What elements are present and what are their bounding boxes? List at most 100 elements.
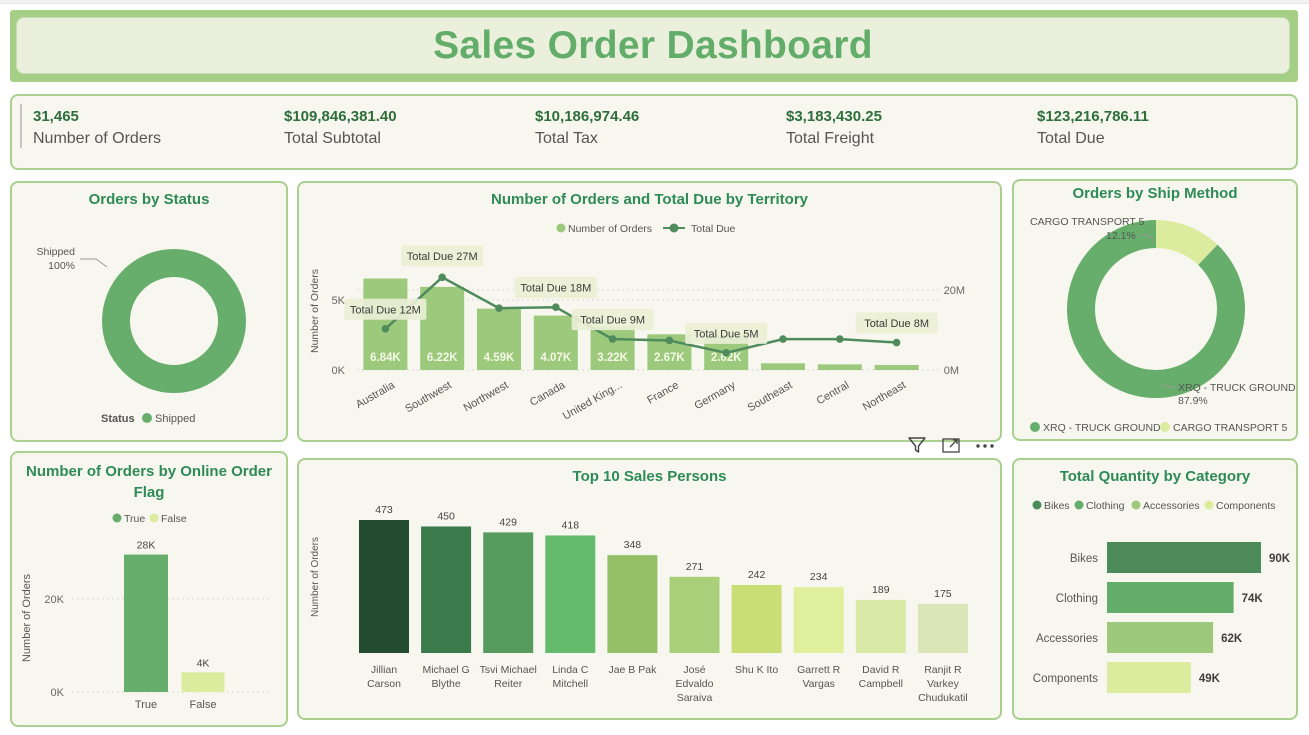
legend-label-false[interactable]: False — [161, 513, 187, 525]
quantity-by-category-panel[interactable]: Total Quantity by Category Bikes Clothin… — [1012, 458, 1298, 720]
bar-shu-k-ito[interactable] — [731, 584, 782, 653]
x-tick-line: Reiter — [494, 678, 523, 690]
total-due-point-southeast[interactable] — [779, 335, 787, 343]
bar-tsvi-michael-reiter[interactable] — [483, 532, 534, 653]
territory-combo-panel[interactable]: Number of Orders and Total Due by Territ… — [297, 181, 1002, 442]
x-tick-line: Mitchell — [553, 678, 589, 690]
ship-method-donut-chart[interactable]: CARGO TRANSPORT 5 12.1% XRQ - TRUCK GROU… — [1014, 181, 1296, 439]
total-due-point-germany[interactable] — [722, 349, 730, 357]
bar-jos-edvaldo-saraiva[interactable] — [669, 576, 720, 653]
bar-northeast[interactable] — [874, 364, 919, 370]
x-tick-line: Jae B Pak — [608, 664, 657, 676]
legend-label-clothing[interactable]: Clothing — [1086, 500, 1125, 512]
total-due-point-canada[interactable] — [552, 303, 560, 311]
legend-marker-clothing — [1074, 500, 1084, 510]
bar-true[interactable] — [124, 554, 168, 692]
bar-david-r-campbell[interactable] — [855, 599, 906, 653]
bar-label-components: 49K — [1199, 673, 1221, 685]
bar-southeast[interactable] — [761, 363, 805, 370]
orders-by-status-panel[interactable]: Orders by Status Shipped 100% Status Shi… — [10, 181, 288, 442]
bar-accessories[interactable] — [1107, 622, 1214, 653]
legend-label-shipped[interactable]: Shipped — [155, 413, 195, 425]
status-donut-chart[interactable]: Shipped 100% Status Shipped — [12, 183, 286, 440]
bar-label-garrett-r-vargas: 234 — [810, 571, 828, 583]
focus-mode-icon[interactable] — [938, 433, 964, 457]
bar-false[interactable] — [181, 672, 225, 692]
bar-central[interactable] — [817, 364, 862, 370]
x-tick-germany: Germany — [693, 379, 739, 412]
orders-by-ship-method-panel[interactable]: Orders by Ship Method CARGO TRANSPORT 5 … — [1012, 179, 1298, 441]
legend-marker-true — [112, 513, 122, 523]
slice-label-xrq: XRQ - TRUCK GROUND — [1178, 382, 1296, 394]
kpi-total-freight[interactable]: $3,183,430.25 Total Freight — [786, 108, 882, 148]
territory-combo-chart[interactable]: Number of Orders Total Due Number of Ord… — [299, 183, 1000, 440]
kpi-total-tax[interactable]: $10,186,974.46 Total Tax — [535, 108, 639, 148]
bar-jillian-carson[interactable] — [359, 520, 409, 653]
legend-label-true[interactable]: True — [124, 513, 145, 525]
total-due-point-northeast[interactable] — [892, 338, 901, 347]
y-tick-0k: 0K — [332, 365, 346, 377]
x-tick-david-r-campbell: David R Campbell — [859, 664, 903, 690]
bar-label-bikes: 90K — [1269, 553, 1291, 565]
online-order-flag-panel[interactable]: Number of Orders by Online Order Flag Tr… — [10, 451, 288, 727]
legend-marker-orders — [556, 223, 566, 233]
total-due-point-southwest[interactable] — [438, 273, 446, 282]
x-tick-line: Vargas — [802, 678, 835, 690]
bar-clothing[interactable] — [1107, 582, 1234, 613]
total-due-point-central[interactable] — [836, 335, 844, 343]
x-tick-line: Ranjit R — [924, 664, 962, 676]
total-due-point-united-king[interactable] — [608, 335, 617, 343]
online-flag-bar-chart[interactable]: True False Number of Orders 20K 0K 28K Tr… — [12, 453, 286, 725]
bar-label-jae-b-pak: 348 — [624, 539, 642, 551]
bar-label-false: 4K — [197, 657, 210, 669]
x-tick-line: Saraiva — [677, 692, 713, 704]
kpi-total-due[interactable]: $123,216,786.11 Total Due — [1037, 108, 1149, 148]
x-tick-central: Central — [815, 379, 852, 407]
bar-label-northwest: 4.59K — [484, 352, 515, 364]
bar-components[interactable] — [1107, 662, 1191, 693]
app-top-strip — [0, 0, 1309, 4]
donut-slice-shipped[interactable] — [102, 249, 246, 393]
legend-label-total-due[interactable]: Total Due — [691, 223, 736, 235]
kpi-value: $3,183,430.25 — [786, 108, 882, 125]
total-due-point-northwest[interactable] — [495, 304, 503, 313]
more-options-icon[interactable] — [972, 433, 998, 457]
sales-persons-bar-chart[interactable]: Number of Orders 473 Jillian Carson 450 Mich… — [299, 460, 1000, 718]
bar-michael-g-blythe[interactable] — [421, 526, 472, 653]
category-bar-chart[interactable]: Bikes Clothing Accessories Components Bi… — [1014, 460, 1296, 718]
x-tick-line: José — [683, 664, 705, 676]
x-tick-line: Shu K Ito — [735, 664, 778, 676]
total-due-point-france[interactable] — [665, 336, 674, 345]
x-tick-line: Varkey — [927, 678, 960, 690]
total-due-label-germany: Total Due 5M — [694, 328, 759, 340]
slice-leader-line — [80, 258, 108, 268]
top-sales-persons-panel[interactable]: Top 10 Sales Persons Number of Orders 47… — [297, 458, 1002, 720]
kpi-number-of-orders[interactable]: 31,465 Number of Orders — [33, 108, 161, 148]
bar-linda-c-mitchell[interactable] — [545, 535, 596, 653]
legend-label-xrq[interactable]: XRQ - TRUCK GROUND — [1043, 422, 1161, 434]
legend-label-cargo[interactable]: CARGO TRANSPORT 5 — [1173, 422, 1288, 434]
bar-bikes[interactable] — [1107, 542, 1261, 573]
total-due-point-australia[interactable] — [381, 325, 390, 333]
kpi-label: Number of Orders — [33, 130, 162, 147]
bar-jae-b-pak[interactable] — [607, 555, 658, 653]
x-tick-linda-c-mitchell: Linda C Mitchell — [552, 664, 589, 690]
legend-label-components[interactable]: Components — [1216, 500, 1276, 512]
legend-label-bikes[interactable]: Bikes — [1044, 500, 1070, 512]
legend-label-orders[interactable]: Number of Orders — [568, 223, 652, 235]
y-tick-bikes: Bikes — [1070, 553, 1098, 565]
legend-label-accessories[interactable]: Accessories — [1143, 500, 1200, 512]
x-tick-southwest: Southwest — [403, 379, 453, 415]
filter-icon[interactable] — [904, 433, 930, 457]
legend-marker-cargo — [1160, 422, 1170, 432]
bar-garrett-r-vargas[interactable] — [793, 587, 844, 653]
x-tick-line: Jillian — [371, 664, 397, 676]
kpi-card-strip: 31,465 Number of Orders $109,846,381.40 … — [10, 94, 1298, 170]
slice-label-shipped: Shipped — [36, 246, 75, 258]
bar-label-shu-k-ito: 242 — [748, 569, 766, 581]
kpi-total-subtotal[interactable]: $109,846,381.40 Total Subtotal — [284, 108, 397, 148]
bar-label-david-r-campbell: 189 — [872, 584, 890, 596]
kpi-value: $10,186,974.46 — [535, 108, 640, 125]
legend-marker-bikes — [1032, 500, 1042, 510]
bar-ranjit-r-varkey-chudukatil[interactable] — [917, 603, 968, 653]
